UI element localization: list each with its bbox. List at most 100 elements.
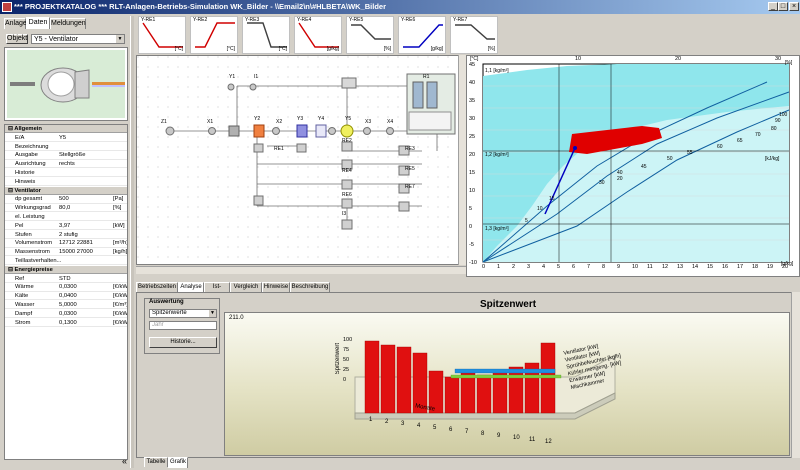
tab-betriebszeiten[interactable]: Betriebszeiten: [136, 282, 178, 292]
property-row[interactable]: Bezeichnung: [5, 143, 127, 151]
tab-meldungen[interactable]: Meldungen: [50, 18, 86, 29]
section-label: ⊟ Allgemein: [8, 126, 42, 132]
mini-chart-y-re2[interactable]: Y-RE2 [°C]: [190, 16, 238, 54]
property-value[interactable]: 5,0000: [59, 301, 77, 309]
component-label[interactable]: Y2: [254, 116, 260, 122]
property-value[interactable]: 500: [59, 195, 69, 203]
collapse-left-icon[interactable]: «: [122, 456, 132, 466]
minimize-button[interactable]: _: [768, 2, 778, 11]
property-row[interactable]: dp gesamt 500 [Pa]: [5, 195, 127, 204]
property-value[interactable]: 12712 22881: [59, 239, 93, 247]
property-row[interactable]: Wirkungsgrad 80,0 [%]: [5, 204, 127, 213]
property-row[interactable]: Stufen 2 stufig: [5, 231, 127, 239]
x-tick-label: 1: [497, 264, 501, 270]
property-row[interactable]: Ausgabe Stellgröße: [5, 151, 127, 160]
property-value[interactable]: 2 stufig: [59, 231, 78, 239]
property-row[interactable]: Dampf 0,0300 [€/kWh]: [5, 310, 127, 319]
component-label[interactable]: I1: [254, 74, 258, 80]
properties-grid[interactable]: ⊟ Allgemein E/A Y5 Bezeichnung Ausgabe Stellg…: [4, 124, 128, 460]
component-label[interactable]: Y3: [297, 116, 303, 122]
component-label[interactable]: RE5: [405, 166, 415, 172]
property-section[interactable]: ⊟ Energiepreise: [5, 265, 127, 275]
property-row[interactable]: Strom 0,1300 [€/kWh]: [5, 319, 127, 327]
tab-beschreibung[interactable]: Beschreibung: [290, 282, 330, 292]
property-key: Ref: [15, 275, 25, 282]
component-label[interactable]: R1: [423, 74, 429, 80]
component-label[interactable]: RE4: [342, 168, 352, 174]
tab-analyse[interactable]: Analyse: [178, 282, 204, 292]
auswertung-group: Auswertung Spitzenwerte ▼ Jahr Historie..…: [144, 298, 220, 354]
property-row[interactable]: E/A Y5: [5, 134, 127, 143]
component-label[interactable]: RE7: [405, 184, 415, 190]
property-value[interactable]: 0,0300: [59, 283, 77, 291]
property-row[interactable]: Volumenstrom 12712 22881 [m³/h]: [5, 239, 127, 248]
tab-vergleich[interactable]: Vergleich: [230, 282, 262, 292]
property-value[interactable]: Stellgröße: [59, 151, 85, 159]
property-section[interactable]: ⊟ Ventilator: [5, 186, 127, 195]
property-value[interactable]: 0,0400: [59, 292, 77, 300]
tab-tabelle[interactable]: Tabelle: [144, 457, 168, 467]
jahr-select[interactable]: Jahr: [149, 321, 217, 330]
property-row[interactable]: Ausrichtung rechts: [5, 160, 127, 169]
component-label[interactable]: X1: [207, 119, 213, 125]
maximize-button[interactable]: □: [778, 2, 788, 11]
property-value[interactable]: 0,1300: [59, 319, 77, 327]
mini-chart-y-re4[interactable]: Y-RE4 [g/kg]: [294, 16, 342, 54]
tab-ist-daten[interactable]: Ist-Daten: [204, 282, 230, 299]
tab-hinweise[interactable]: Hinweise: [262, 282, 290, 292]
property-value[interactable]: 15000 27000: [59, 248, 93, 256]
component-label[interactable]: RE1: [274, 146, 284, 152]
property-row[interactable]: Wärme 0,0300 [€/kWh]: [5, 283, 128, 292]
property-row[interactable]: Hinweis: [5, 178, 127, 187]
historie-button[interactable]: Historie...: [149, 337, 217, 348]
component-label[interactable]: Y1: [229, 74, 235, 80]
schematic-scrollbar[interactable]: [458, 55, 466, 265]
objekt-button[interactable]: Objekt: [6, 34, 28, 44]
component-label[interactable]: RE3: [405, 146, 415, 152]
psychrometric-chart[interactable]: 0 1 2 3 4 5 6 7 8 9 10 11 12 13 14 15 16 17 18 19 20 45 40 35 30…: [466, 55, 800, 277]
property-value[interactable]: rechts: [59, 160, 75, 168]
tab-grafik[interactable]: Grafik: [168, 457, 188, 468]
analysis-scrollbar[interactable]: [791, 292, 800, 458]
property-row[interactable]: el. Leistung: [5, 213, 127, 222]
component-label[interactable]: I3: [342, 211, 346, 217]
schematic-hscrollbar[interactable]: [136, 266, 466, 274]
objekt-select[interactable]: Y5 - Ventilator ▼: [31, 34, 125, 44]
component-label[interactable]: Y5: [345, 116, 351, 122]
component-label[interactable]: X4: [387, 119, 393, 125]
mini-chart-y-re7[interactable]: Y-RE7 [%]: [450, 16, 498, 54]
vertical-splitter[interactable]: [130, 16, 134, 468]
property-value[interactable]: 80,0: [59, 204, 70, 212]
close-button[interactable]: ×: [789, 2, 799, 11]
property-value[interactable]: Y5: [59, 134, 66, 142]
property-value[interactable]: STD: [59, 275, 71, 283]
component-label[interactable]: X3: [365, 119, 371, 125]
property-key: Volumenstrom: [15, 240, 53, 247]
mini-chart-y-re6[interactable]: Y-RE6 [g/kg]: [398, 16, 446, 54]
mini-chart-y-re1[interactable]: Y-RE1 [°C]: [138, 16, 186, 54]
schematic-canvas[interactable]: Z1 X1 Y1 I1 Y2 X2 Y3 Y4 Y5 X3 X4 R1 I3 RE1 RE2 RE3 RE4 RE…: [136, 55, 466, 265]
mini-chart-y-re5[interactable]: Y-RE5 [%]: [346, 16, 394, 54]
property-row[interactable]: Teillastverhalten...: [5, 257, 127, 266]
property-row[interactable]: Historie: [5, 169, 127, 178]
component-label[interactable]: X2: [276, 119, 282, 125]
section-label: ⊟ Energiepreise: [8, 266, 53, 273]
property-value[interactable]: 0,0300: [59, 310, 77, 318]
property-section[interactable]: ⊟ Allgemein: [5, 125, 127, 134]
month-label: 10: [513, 435, 520, 441]
component-label[interactable]: RE6: [342, 192, 352, 198]
property-row[interactable]: Kälte 0,0400 [€/kWh]: [5, 292, 127, 301]
tab-daten[interactable]: Daten: [26, 17, 50, 29]
property-row[interactable]: Pel 3,97 [kW]: [5, 222, 127, 231]
auswertung-select[interactable]: Spitzenwerte ▼: [149, 309, 217, 318]
property-value[interactable]: 3,97: [59, 222, 70, 230]
mini-chart-y-re3[interactable]: Y-RE3 [°C]: [242, 16, 290, 54]
property-row[interactable]: Massenstrom 15000 27000 [kg/h]: [5, 248, 127, 257]
property-row[interactable]: Wasser 5,0000 [€/m³]: [5, 301, 127, 310]
component-label[interactable]: Z1: [161, 119, 167, 125]
property-row[interactable]: Ref STD: [5, 275, 127, 283]
component-label[interactable]: Y4: [318, 116, 324, 122]
component-label[interactable]: RE2: [342, 138, 352, 144]
property-unit: [€/kWh]: [113, 284, 128, 291]
tab-anlage[interactable]: Anlage: [4, 18, 27, 29]
